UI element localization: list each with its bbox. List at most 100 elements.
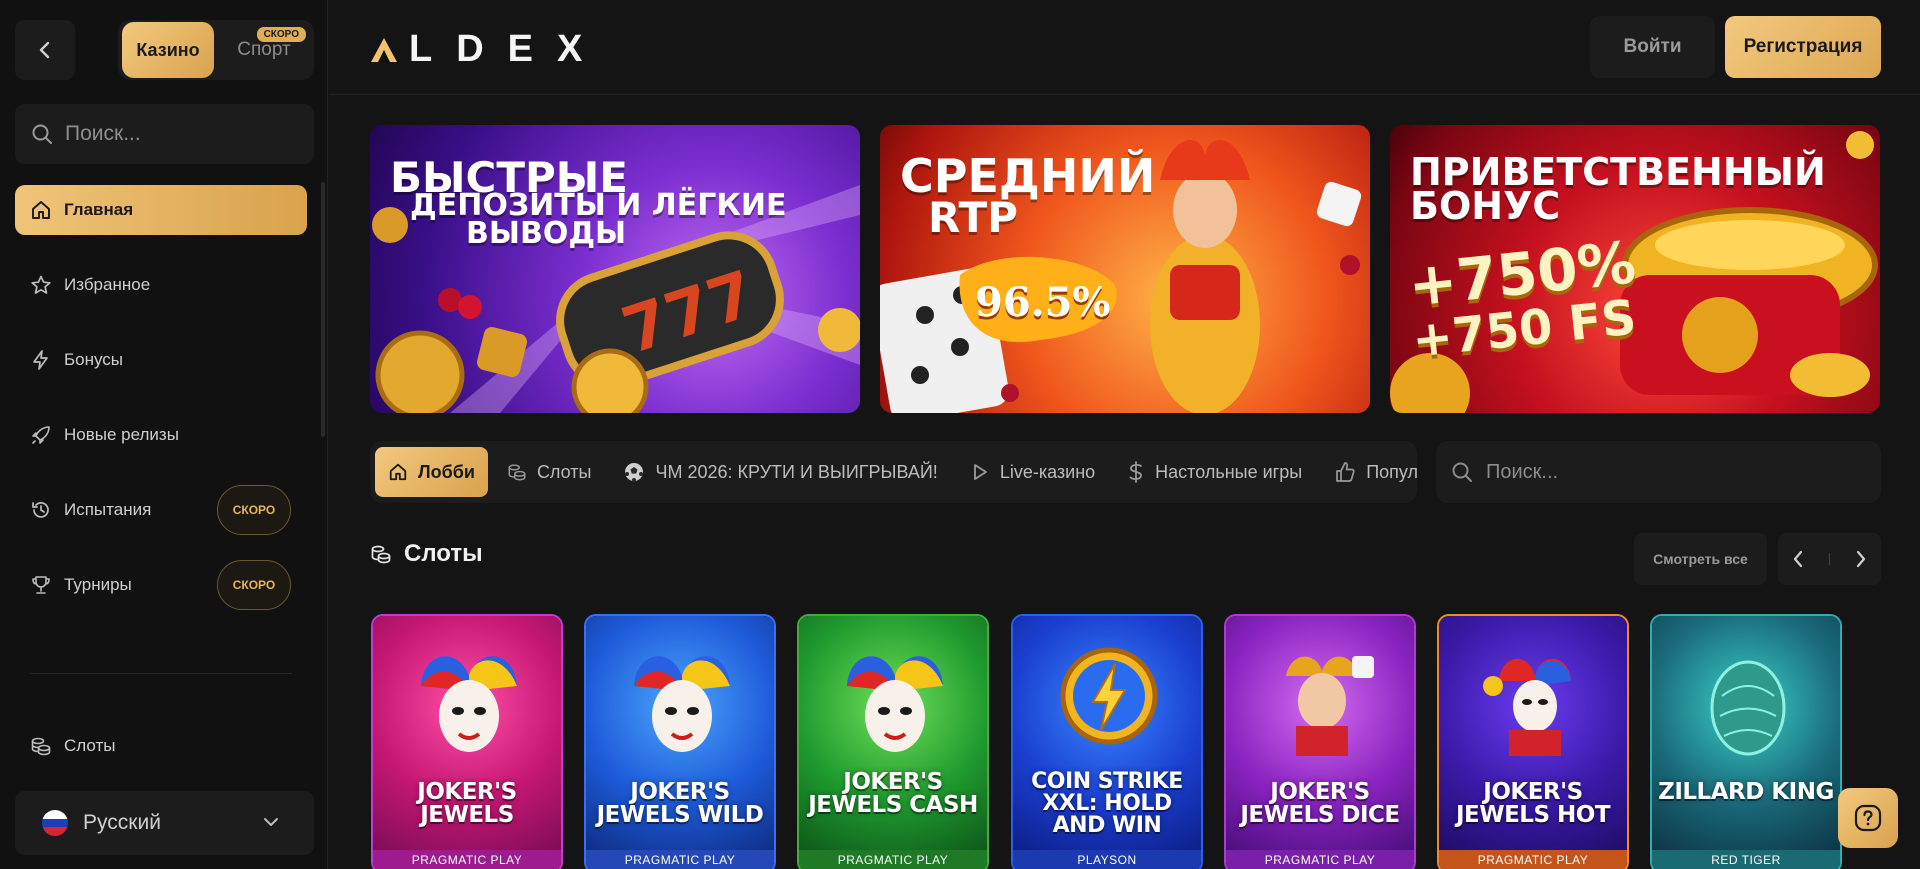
- coins-icon: [370, 543, 392, 565]
- sidebar-item-bonuses[interactable]: Бонусы: [15, 335, 307, 385]
- sidebar-search-input[interactable]: Поиск...: [15, 104, 314, 164]
- chevron-left-icon: [39, 41, 50, 59]
- mode-switch: Казино Спорт СКОРО: [118, 20, 314, 80]
- tab-label: Популярные: [1366, 461, 1417, 482]
- language-label: Русский: [83, 811, 161, 834]
- chevron-left-icon: [1793, 550, 1803, 568]
- search-icon: [32, 124, 52, 144]
- game-card[interactable]: JOKER'S JEWELS CASH PRAGMATIC PLAY: [797, 614, 989, 869]
- casino-mode-button[interactable]: Казино: [122, 22, 214, 78]
- section-title-text: Слоты: [404, 540, 483, 567]
- russian-flag-icon: [42, 810, 68, 836]
- trophy-icon: [30, 574, 52, 596]
- game-title: JOKER'S JEWELS DICE: [1240, 779, 1400, 828]
- tab-label: ЧМ 2026: КРУТИ И ВЫИГРЫВАЙ!: [655, 461, 938, 482]
- tab-slots[interactable]: Слоты: [494, 447, 605, 497]
- sidebar: Казино Спорт СКОРО Поиск... Главная Избр…: [0, 0, 328, 869]
- coins-icon: [30, 735, 52, 757]
- register-button[interactable]: Регистрация: [1725, 16, 1881, 78]
- sidebar-scrollbar[interactable]: [321, 182, 325, 437]
- game-card[interactable]: JOKER'S JEWELS WILD PRAGMATIC PLAY: [584, 614, 776, 869]
- jester-mask-icon: [1483, 658, 1571, 756]
- sidebar-item-favorites[interactable]: Избранное: [15, 260, 307, 310]
- rocket-icon: [30, 424, 52, 446]
- tab-label: Слоты: [536, 461, 592, 482]
- help-button[interactable]: [1838, 788, 1898, 848]
- game-provider: PLAYSON: [1013, 850, 1201, 869]
- carousel-pager: [1778, 533, 1881, 585]
- logo-wordmark: LDEX: [409, 28, 607, 70]
- search-placeholder: Поиск...: [1486, 460, 1559, 483]
- top-header: LDEX Войти Регистрация: [329, 0, 1920, 95]
- sport-mode-button[interactable]: Спорт СКОРО: [218, 22, 310, 78]
- game-card[interactable]: JOKER'S JEWELS HOT PRAGMATIC PLAY: [1437, 614, 1629, 869]
- promo-banner-rtp[interactable]: СРЕДНИЙ RTP 96.5%: [880, 125, 1370, 413]
- category-tabs: Лобби Слоты ЧМ 2026: КРУТИ И ВЫИГРЫВАЙ! …: [370, 441, 1417, 503]
- sidebar-item-home[interactable]: Главная: [15, 185, 307, 235]
- see-all-button[interactable]: Смотреть все: [1634, 533, 1767, 585]
- tab-live-casino[interactable]: Live-казино: [957, 447, 1108, 497]
- tab-world-cup-2026[interactable]: ЧМ 2026: КРУТИ И ВЫИГРЫВАЙ!: [610, 447, 950, 497]
- chevron-right-icon: [1856, 550, 1866, 568]
- jester-mask-icon: [634, 656, 730, 752]
- tab-label: Лобби: [418, 461, 475, 482]
- game-card[interactable]: ZILLARD KING RED TIGER: [1650, 614, 1842, 869]
- sidebar-item-tournaments[interactable]: Турниры СКОРО: [15, 560, 307, 610]
- language-select[interactable]: Русский: [15, 791, 314, 855]
- logo-mark-icon: [371, 37, 397, 62]
- game-provider: RED TIGER: [1652, 850, 1840, 869]
- history-icon: [30, 499, 52, 521]
- dollar-icon: [1127, 461, 1145, 483]
- jester-mask-icon: [847, 656, 943, 752]
- banner-subline: RTP: [928, 193, 1018, 242]
- soccer-ball-icon: [623, 461, 645, 483]
- sidebar-item-new-releases[interactable]: Новые релизы: [15, 410, 307, 460]
- soon-badge: СКОРО: [217, 485, 291, 535]
- game-provider: PRAGMATIC PLAY: [586, 850, 774, 869]
- game-provider: PRAGMATIC PLAY: [373, 850, 561, 869]
- game-provider: PRAGMATIC PLAY: [799, 850, 987, 869]
- search-icon: [1452, 462, 1472, 482]
- search-placeholder: Поиск...: [65, 122, 141, 145]
- app-root: Казино Спорт СКОРО Поиск... Главная Избр…: [0, 0, 1920, 869]
- promo-banner-fast-deposits[interactable]: 777 БЫСТРЫЕ ДЕПОЗИТЫ И ЛЁГКИЕ ВЫВОДЫ: [370, 125, 860, 413]
- sidebar-item-challenges[interactable]: Испытания СКОРО: [15, 485, 307, 535]
- site-logo[interactable]: LDEX: [369, 28, 606, 71]
- lightning-coin-icon: [1060, 647, 1158, 745]
- prev-button[interactable]: [1792, 550, 1804, 568]
- home-icon: [388, 462, 408, 482]
- sport-mode-label: Спорт: [237, 39, 291, 60]
- game-title: JOKER'S JEWELS HOT: [1455, 779, 1611, 828]
- game-title: JOKER'S JEWELS WILD: [596, 779, 764, 828]
- tab-table-games[interactable]: Настольные игры: [1114, 447, 1315, 497]
- login-button[interactable]: Войти: [1590, 16, 1715, 78]
- game-title: JOKER'S JEWELS CASH: [808, 769, 978, 818]
- next-button[interactable]: [1855, 550, 1867, 568]
- game-search-input[interactable]: Поиск...: [1436, 441, 1881, 503]
- help-icon: [1854, 804, 1882, 832]
- tab-popular[interactable]: Популярные: [1321, 447, 1417, 497]
- jester-woman-icon: [1286, 656, 1374, 756]
- game-provider: PRAGMATIC PLAY: [1226, 850, 1414, 869]
- promo-banner-welcome-bonus[interactable]: ПРИВЕТСТВЕННЫЙ БОНУС +750% +750 FS: [1390, 125, 1880, 413]
- collapse-sidebar-button[interactable]: [15, 20, 75, 80]
- game-card[interactable]: JOKER'S JEWELS DICE PRAGMATIC PLAY: [1224, 614, 1416, 869]
- sidebar-item-label: Слоты: [64, 736, 116, 755]
- sidebar-item-label: Главная: [64, 200, 134, 219]
- star-icon: [30, 274, 52, 296]
- tab-lobby[interactable]: Лобби: [375, 447, 488, 497]
- sidebar-item-label: Бонусы: [64, 350, 124, 369]
- rtp-value: 96.5%: [975, 279, 1111, 326]
- sidebar-item-label: Избранное: [64, 275, 151, 294]
- game-title: ZILLARD KING: [1658, 779, 1834, 805]
- sidebar-item-label: Турниры: [64, 575, 132, 594]
- game-card[interactable]: COIN STRIKE XXL: HOLD AND WIN PLAYSON: [1011, 614, 1203, 869]
- sidebar-item-label: Испытания: [64, 500, 152, 519]
- home-icon: [30, 199, 52, 221]
- banner-subline: БОНУС: [1410, 184, 1561, 228]
- play-icon: [970, 462, 990, 482]
- tab-label: Настольные игры: [1155, 461, 1303, 482]
- sidebar-item-slots[interactable]: Слоты: [15, 721, 307, 771]
- game-card[interactable]: JOKER'S JEWELS PRAGMATIC PLAY: [371, 614, 563, 869]
- game-provider: PRAGMATIC PLAY: [1439, 850, 1627, 869]
